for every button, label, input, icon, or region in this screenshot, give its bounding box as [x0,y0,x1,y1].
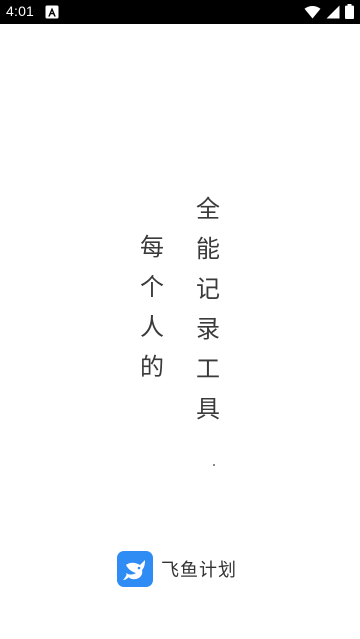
slogan-char: 记 [196,275,220,303]
status-icons [304,4,354,19]
slogan-char: 人 [140,313,164,341]
brand-name: 飞鱼计划 [161,560,237,581]
slogan-char: 每 [140,233,164,261]
status-bar: 4:01 [0,0,360,24]
a-notification-icon [45,5,59,19]
slogan-char: 工 [196,355,220,383]
slogan-char: 个 [140,273,164,301]
slogan-char: 能 [196,235,220,263]
flying-fish-logo-icon [117,551,153,587]
slogan-char: 录 [196,315,220,343]
slogan-char: 的 [140,353,164,381]
slogan-char: 具 [196,395,220,423]
slogan-char: 全 [196,195,220,223]
status-time: 4:01 [6,3,35,19]
battery-icon [345,4,354,19]
brand-footer: 飞鱼计划 [117,551,237,587]
cell-signal-icon [326,5,340,19]
wifi-icon [304,5,321,19]
decorative-dot [213,464,215,466]
slogan-column-left: 每 个 人 的 [138,235,166,395]
slogan-column-right: 全 能 记 录 工 具 [194,197,222,437]
